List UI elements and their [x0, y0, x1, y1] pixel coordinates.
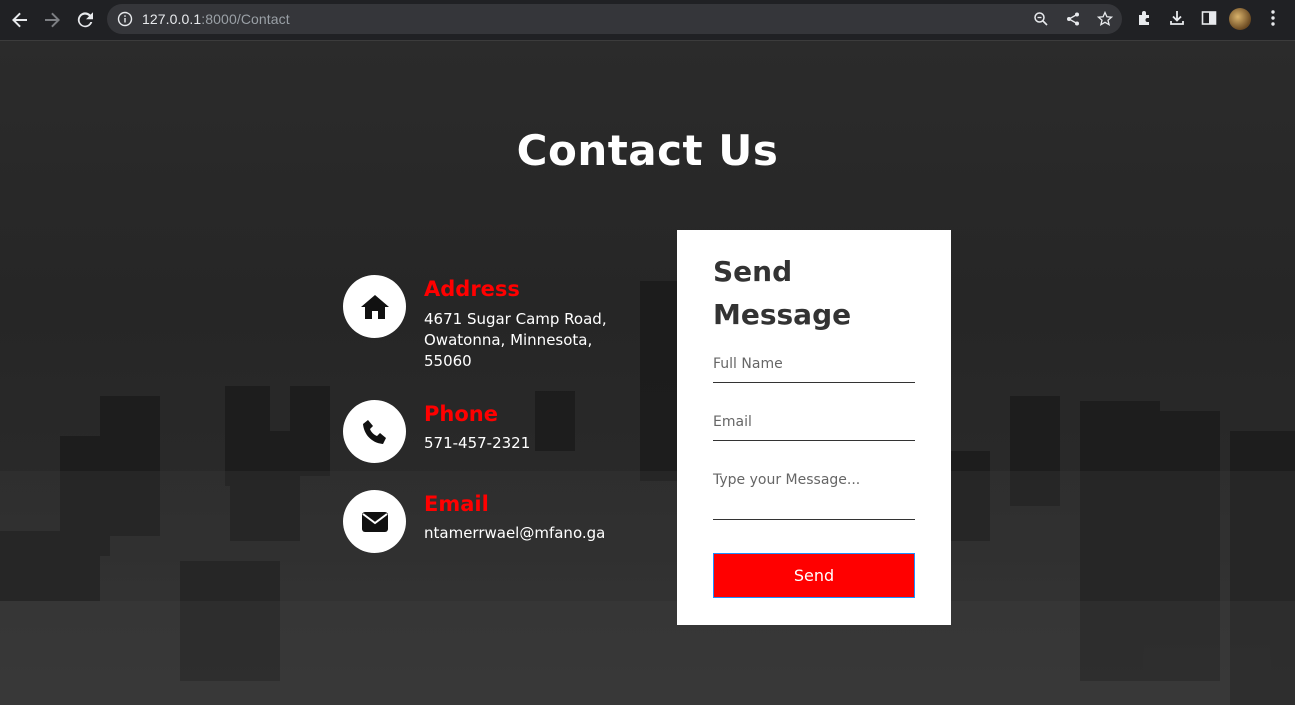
address-text: 4671 Sugar Camp Road, Owatonna, Minnesot… — [424, 310, 607, 370]
message-textarea[interactable]: Type your Message... — [713, 472, 915, 520]
url-text: 127.0.0.1:8000/Contact — [142, 11, 290, 27]
contact-page: Contact Us Address 4671 Sugar Camp Road,… — [0, 41, 1295, 705]
arrow-right-icon — [45, 12, 60, 28]
page-title: Contact Us — [516, 126, 779, 175]
address-icon-circle — [343, 275, 406, 338]
url-host: 127.0.0.1 — [142, 11, 202, 27]
email-label: Email — [424, 492, 489, 516]
phone-text: 571-457-2321 — [424, 434, 531, 452]
reload-icon — [77, 12, 93, 28]
envelope-icon — [361, 511, 388, 532]
info-icon[interactable] — [117, 11, 133, 27]
message-placeholder: Type your Message... — [713, 472, 861, 488]
forward-button[interactable] — [40, 8, 64, 32]
full-name-input[interactable]: Full Name — [713, 356, 915, 383]
share-icon[interactable] — [1065, 11, 1081, 27]
menu-dots-icon[interactable] — [1265, 9, 1281, 27]
star-icon[interactable] — [1097, 11, 1113, 27]
puzzle-icon[interactable] — [1136, 9, 1154, 27]
send-button[interactable]: Send — [713, 553, 915, 598]
home-icon — [360, 294, 389, 319]
email-icon-circle — [343, 490, 406, 553]
browser-toolbar: 127.0.0.1:8000/Contact — [0, 0, 1295, 41]
email-placeholder: Email — [713, 414, 752, 430]
address-bar[interactable]: 127.0.0.1:8000/Contact — [107, 4, 1122, 34]
phone-label: Phone — [424, 402, 498, 426]
email-input[interactable]: Email — [713, 414, 915, 441]
zoom-icon[interactable] — [1033, 11, 1049, 27]
phone-icon — [362, 419, 386, 444]
email-text: ntamerrwael@mfano.ga — [424, 524, 606, 542]
address-label: Address — [424, 277, 520, 301]
url-path: :8000/Contact — [201, 11, 290, 27]
arrow-left-icon — [12, 12, 27, 28]
phone-icon-circle — [343, 400, 406, 463]
form-heading: Send Message — [713, 255, 852, 331]
send-message-form: Send Message Full Name Email Type your M… — [677, 230, 951, 625]
side-panel-icon[interactable] — [1200, 9, 1218, 27]
download-icon[interactable] — [1168, 9, 1186, 27]
back-button[interactable] — [8, 8, 32, 32]
profile-avatar[interactable] — [1229, 8, 1251, 30]
full-name-placeholder: Full Name — [713, 356, 783, 372]
reload-button[interactable] — [73, 8, 97, 32]
